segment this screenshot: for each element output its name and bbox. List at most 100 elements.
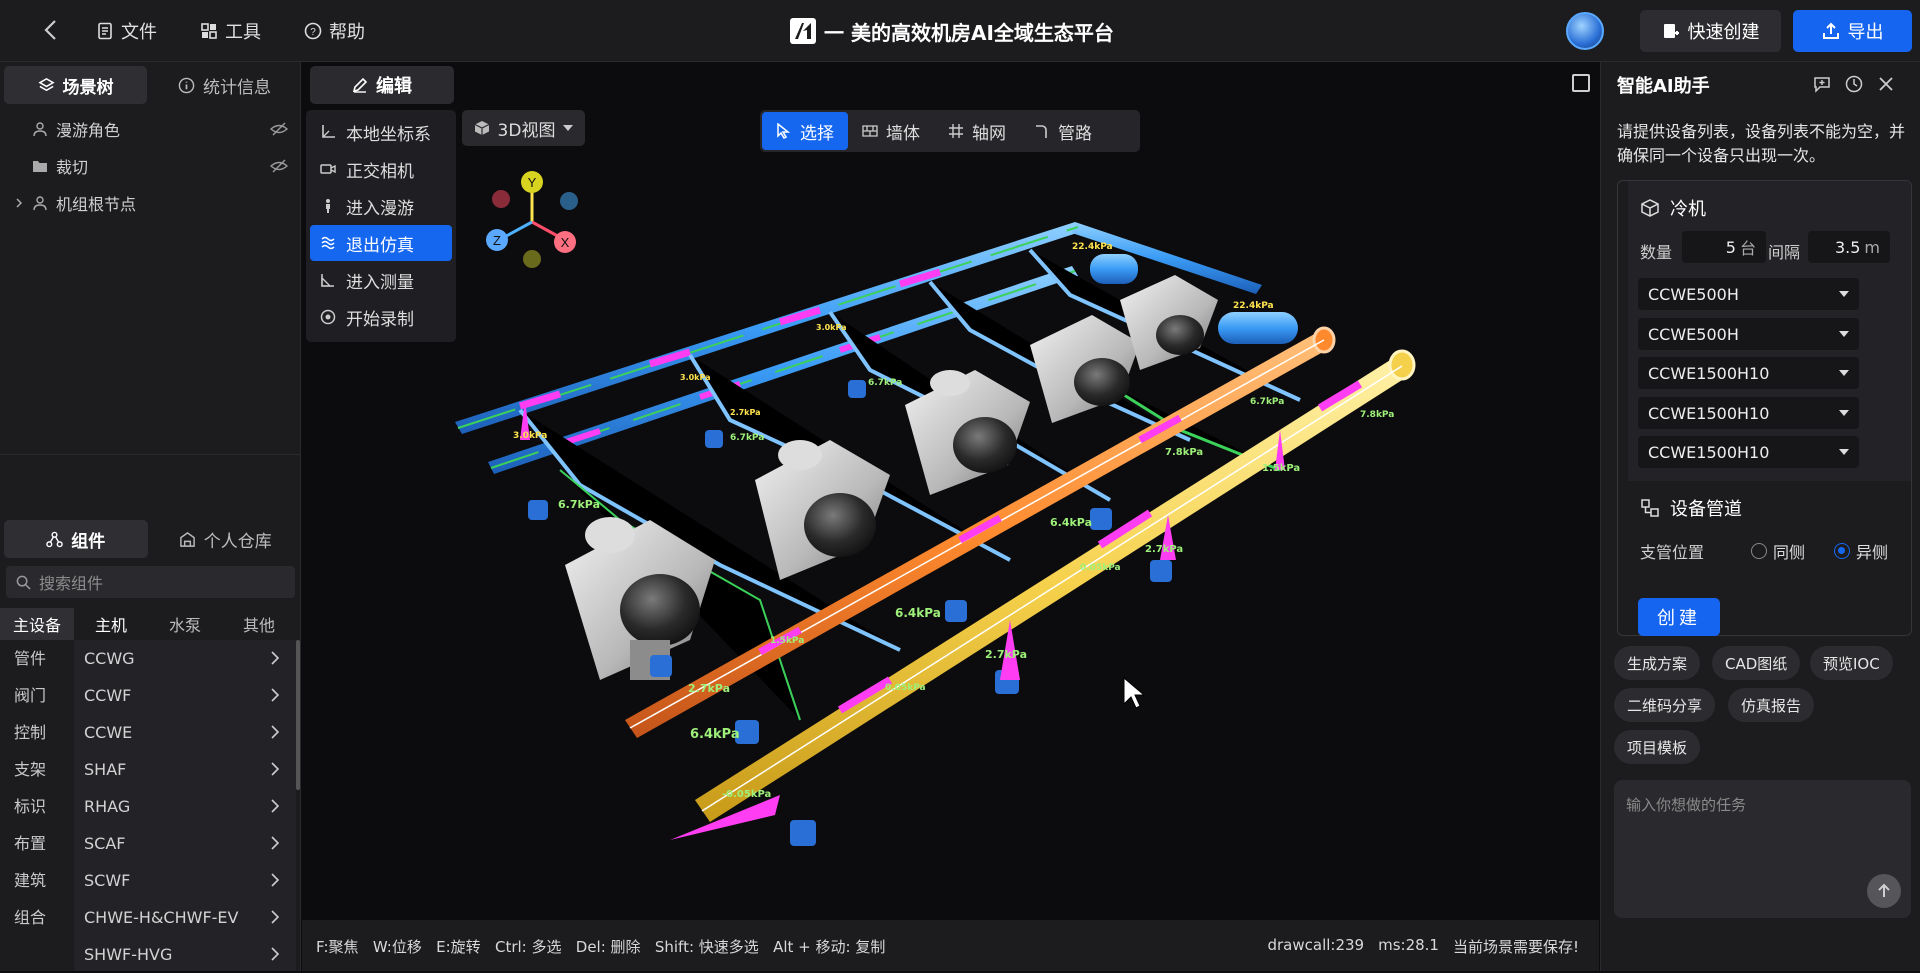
- plant-room-scene[interactable]: 22.4kPa 22.4kPa 3.0kPa 3.0kPa 3.0kPa 2.7…: [302, 62, 1599, 909]
- list-item[interactable]: CCWE: [74, 714, 296, 751]
- mode-pipe[interactable]: 管路: [1020, 112, 1106, 150]
- tree-item-unit-root[interactable]: 机组根节点: [0, 184, 300, 221]
- pressure-label: 6.4kPa: [1050, 516, 1092, 529]
- radio-label: 异侧: [1856, 543, 1889, 562]
- cat-tab-other[interactable]: 其他: [222, 608, 296, 644]
- 3d-viewport[interactable]: 22.4kPa 22.4kPa 3.0kPa 3.0kPa 3.0kPa 2.7…: [302, 62, 1599, 909]
- grid-icon: [949, 124, 963, 138]
- history-icon[interactable]: [1844, 74, 1864, 94]
- branch-position-label: 支管位置: [1640, 543, 1705, 562]
- tab-scene-tree[interactable]: 场景树: [4, 66, 147, 104]
- side-cat-control[interactable]: 控制: [0, 714, 74, 751]
- chiller-model-select-3[interactable]: CCWE1500H10: [1638, 357, 1859, 389]
- chevron-right-icon: [271, 651, 280, 665]
- eye-off-icon[interactable]: [270, 120, 288, 138]
- menu-item-local-coords[interactable]: 本地坐标系: [310, 114, 452, 150]
- side-cat-building[interactable]: 建筑: [0, 862, 74, 899]
- mode-grid[interactable]: 轴网: [934, 112, 1020, 150]
- list-item[interactable]: SCWF: [74, 862, 296, 899]
- pipe-section-label: 设备管道: [1670, 499, 1742, 520]
- side-cat-bracket[interactable]: 支架: [0, 751, 74, 788]
- radio-same-side[interactable]: 同侧: [1751, 539, 1805, 563]
- list-item[interactable]: CCWG: [74, 640, 296, 677]
- chevron-right-icon[interactable]: [14, 197, 24, 209]
- quick-create-button[interactable]: 快速创建: [1640, 10, 1781, 52]
- radio-opposite-side[interactable]: 异侧: [1834, 539, 1888, 563]
- drawcall-readout: drawcall:239: [1267, 936, 1365, 954]
- tab-components[interactable]: 组件: [4, 520, 148, 558]
- back-button[interactable]: [36, 15, 66, 45]
- menu-tools[interactable]: 工具: [200, 18, 261, 44]
- list-item[interactable]: RHAG: [74, 788, 296, 825]
- component-tabs: 组件 个人仓库 搜索组件 主设备 主机 水泵 其他: [0, 516, 301, 644]
- menu-item-enter-measure[interactable]: 进入测量: [310, 262, 452, 298]
- menu-file[interactable]: 文件: [96, 18, 157, 44]
- record-icon: [320, 309, 336, 325]
- mode-select[interactable]: 选择: [762, 112, 848, 150]
- tab-statistics[interactable]: 统计信息: [153, 66, 296, 104]
- chiller-model-select-1[interactable]: CCWE500H: [1638, 278, 1859, 310]
- list-item[interactable]: SHWF-HVG: [74, 936, 296, 973]
- maximize-icon[interactable]: [1572, 74, 1590, 92]
- axis-gizmo[interactable]: Y X Z: [486, 171, 578, 268]
- app-logo-icon: [790, 18, 816, 44]
- tree-item-roam-role[interactable]: 漫游角色: [0, 110, 300, 147]
- send-button[interactable]: [1867, 874, 1901, 908]
- menu-item-exit-simulation[interactable]: 退出仿真: [310, 225, 452, 261]
- cat-tab-pump[interactable]: 水泵: [148, 608, 222, 644]
- chiller-model-select-2[interactable]: CCWE500H: [1638, 318, 1859, 350]
- chiller-model-select-4[interactable]: CCWE1500H10: [1638, 397, 1859, 429]
- list-item[interactable]: CHWE-H&CHWF-EV: [74, 899, 296, 936]
- chiller-model-select-5[interactable]: CCWE1500H10: [1638, 436, 1859, 468]
- view-mode-dropdown[interactable]: 3D视图: [462, 110, 585, 146]
- assistant-header-actions: [1812, 74, 1896, 94]
- side-cat-label[interactable]: 标识: [0, 788, 74, 825]
- edit-button[interactable]: 编辑: [310, 66, 454, 104]
- cat-tab-main-equipment[interactable]: 主设备: [0, 608, 74, 644]
- pressure-label: 0.05kPa: [1080, 563, 1121, 573]
- chiller-unit-2[interactable]: [755, 440, 890, 580]
- side-cat-fittings[interactable]: 管件: [0, 640, 74, 677]
- pressure-label: 1.5kPa: [770, 636, 804, 646]
- shortcut-hints: F:聚焦 W:位移 E:旋转 Ctrl: 多选 Del: 删除 Shift: 快…: [316, 938, 886, 956]
- tab-personal-repo[interactable]: 个人仓库: [154, 520, 298, 558]
- eye-off-icon[interactable]: [270, 157, 288, 175]
- pipe-section-title: 设备管道: [1640, 495, 1742, 521]
- avatar[interactable]: [1566, 12, 1604, 50]
- tree-item-clip[interactable]: 裁切: [0, 147, 300, 184]
- menu-item-enter-roam[interactable]: 进入漫游: [310, 188, 452, 224]
- component-search-input[interactable]: 搜索组件: [6, 566, 295, 598]
- task-input[interactable]: 输入你想做的任务: [1614, 780, 1911, 918]
- mode-wall[interactable]: 墙体: [848, 112, 934, 150]
- chip-qr-share[interactable]: 二维码分享: [1614, 688, 1716, 722]
- list-item[interactable]: SHAF: [74, 751, 296, 788]
- mode-label: 轴网: [972, 123, 1006, 144]
- menu-help[interactable]: ? 帮助: [304, 18, 365, 44]
- close-icon[interactable]: [1876, 74, 1896, 94]
- chip-preview-ioc[interactable]: 预览IOC: [1810, 646, 1893, 680]
- list-scrollbar[interactable]: [296, 640, 300, 790]
- menu-file-label: 文件: [121, 22, 157, 43]
- chevron-right-icon: [271, 836, 280, 850]
- new-chat-icon[interactable]: [1812, 74, 1832, 94]
- export-button[interactable]: 导出: [1793, 10, 1912, 52]
- pipe-network-icon: [1641, 499, 1659, 517]
- chip-simulation-report[interactable]: 仿真报告: [1728, 688, 1815, 722]
- tab-personal-repo-label: 个人仓库: [203, 531, 272, 552]
- menu-item-ortho-camera[interactable]: 正交相机: [310, 151, 452, 187]
- chip-generate-plan[interactable]: 生成方案: [1614, 646, 1701, 680]
- gap-input[interactable]: 3.5 m: [1808, 231, 1890, 263]
- list-item[interactable]: SCAF: [74, 825, 296, 862]
- side-cat-combo[interactable]: 组合: [0, 899, 74, 936]
- side-cat-valves[interactable]: 阀门: [0, 677, 74, 714]
- model-label: CCWF: [84, 686, 132, 705]
- chip-cad-drawing[interactable]: CAD图纸: [1712, 646, 1801, 680]
- side-cat-layout[interactable]: 布置: [0, 825, 74, 862]
- create-button[interactable]: 创建: [1638, 598, 1720, 636]
- menu-item-start-recording[interactable]: 开始录制: [310, 299, 452, 335]
- pressure-label: -0.05kPa: [722, 789, 771, 800]
- qty-input[interactable]: 5 台: [1682, 231, 1766, 263]
- list-item[interactable]: CCWF: [74, 677, 296, 714]
- chip-project-template[interactable]: 项目模板: [1614, 730, 1701, 764]
- cat-tab-host[interactable]: 主机: [74, 608, 148, 644]
